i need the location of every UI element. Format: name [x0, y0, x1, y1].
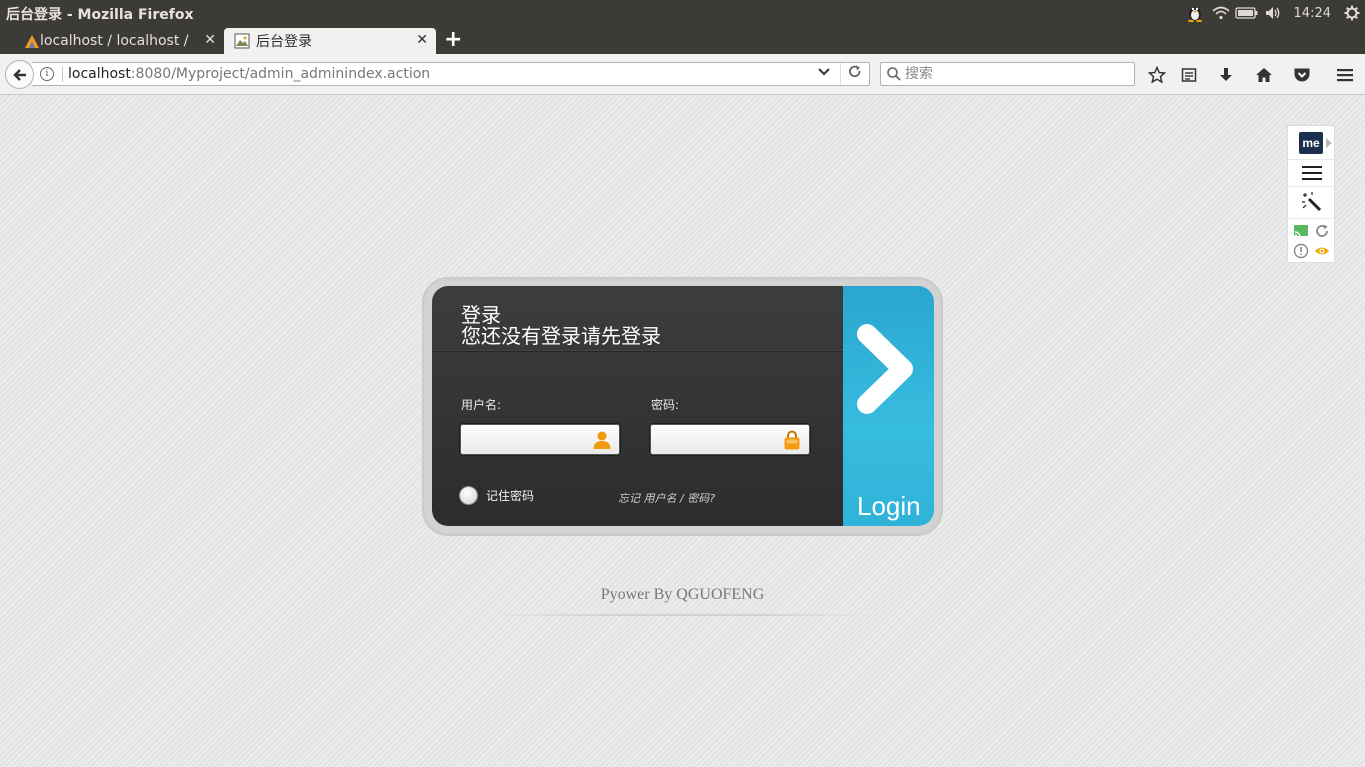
url-bar[interactable]: i localhost:8080/Myproject/admin_adminin… — [32, 62, 870, 86]
login-button-label: Login — [857, 491, 921, 521]
url-text[interactable]: localhost:8080/Myproject/admin_admininde… — [68, 66, 430, 82]
divider — [1288, 218, 1334, 219]
pocket-icon[interactable] — [1291, 64, 1313, 86]
footer-text: Pyower By QGUOFENG — [600, 586, 765, 603]
eye-icon[interactable] — [1314, 243, 1330, 259]
page-content: me 登录 您还没有登录请先登录 用户名: 密码: 记住密码 忘记 用户名 / … — [0, 95, 1365, 767]
url-host: localhost — [68, 66, 131, 82]
url-separator — [62, 66, 63, 82]
refresh-icon[interactable] — [1314, 223, 1330, 239]
system-tray: 14:24 — [1182, 0, 1365, 26]
forgot-credentials: 忘记 用户名 / 密码? — [618, 490, 715, 506]
download-icon[interactable] — [1215, 64, 1237, 86]
tab-label: 后台登录 — [256, 34, 312, 50]
chevron-down-icon[interactable] — [818, 65, 830, 82]
search-icon — [887, 67, 901, 81]
back-button[interactable] — [5, 60, 34, 89]
site-info-icon[interactable]: i — [40, 67, 54, 81]
url-divider — [840, 63, 841, 85]
battery-icon[interactable] — [1234, 0, 1260, 26]
home-icon[interactable] — [1253, 64, 1275, 86]
search-input[interactable] — [905, 64, 1130, 84]
password-label: 密码: — [651, 398, 680, 412]
login-submit-button[interactable]: Login — [843, 286, 934, 526]
login-card: 登录 您还没有登录请先登录 用户名: 密码: 记住密码 忘记 用户名 / 密码?… — [422, 277, 943, 536]
gear-icon[interactable] — [1339, 0, 1365, 26]
login-title: 登录 — [461, 303, 501, 327]
login-subtitle: 您还没有登录请先登录 — [461, 324, 661, 348]
clock[interactable]: 14:24 — [1286, 6, 1339, 21]
wifi-icon[interactable] — [1208, 0, 1234, 26]
cast-icon[interactable] — [1293, 223, 1309, 239]
remember-radio[interactable] — [459, 486, 478, 505]
lock-icon — [784, 430, 800, 450]
password-field[interactable] — [649, 423, 811, 456]
forgot-link[interactable]: 用户名 / 密码? — [644, 492, 716, 505]
page-favicon-icon — [234, 33, 250, 49]
tab-label: localhost / localhost / — [40, 33, 189, 49]
header-divider — [432, 350, 843, 351]
footer-divider — [490, 614, 876, 616]
search-box[interactable] — [880, 62, 1135, 86]
close-tab-icon[interactable]: ✕ — [416, 32, 428, 48]
tab-localhost[interactable]: localhost / localhost / ✕ — [18, 28, 224, 54]
back-arrow-icon — [12, 68, 26, 81]
volume-icon[interactable] — [1260, 0, 1286, 26]
username-label: 用户名: — [461, 398, 502, 412]
chevron-right-icon — [857, 324, 913, 414]
menu-icon[interactable] — [1302, 166, 1322, 184]
forgot-prefix: 忘记 — [618, 492, 644, 505]
os-top-bar: 后台登录 - Mozilla Firefox 14:24 — [0, 0, 1365, 26]
login-form-panel: 登录 您还没有登录请先登录 用户名: 密码: 记住密码 忘记 用户名 / 密码? — [432, 286, 843, 526]
magic-wand-icon[interactable] — [1300, 190, 1324, 214]
close-tab-icon[interactable]: ✕ — [204, 32, 216, 48]
navigation-bar: i localhost:8080/Myproject/admin_adminin… — [0, 54, 1365, 95]
password-input[interactable] — [656, 428, 776, 452]
tab-strip: localhost / localhost / ✕ 后台登录 ✕ — [0, 26, 1365, 54]
warning-icon[interactable] — [1293, 243, 1309, 259]
bookmark-star-icon[interactable] — [1146, 64, 1168, 86]
extension-badge[interactable]: me — [1299, 132, 1323, 154]
phpmyadmin-favicon-icon — [25, 35, 39, 48]
username-input[interactable] — [466, 428, 586, 452]
remember-label: 记住密码 — [486, 489, 535, 503]
reload-icon[interactable] — [848, 65, 862, 83]
remember-password[interactable]: 记住密码 — [459, 486, 534, 505]
divider — [1288, 159, 1334, 160]
user-icon — [593, 431, 611, 449]
url-path: :8080/Myproject/admin_adminindex.action — [130, 66, 431, 82]
expand-arrow-icon[interactable] — [1326, 138, 1332, 148]
divider — [1288, 186, 1334, 187]
window-title: 后台登录 - Mozilla Firefox — [6, 7, 194, 23]
extension-toolbar: me — [1287, 125, 1335, 263]
tab-admin-login[interactable]: 后台登录 ✕ — [224, 28, 436, 54]
hamburger-menu-icon[interactable] — [1334, 64, 1356, 86]
reading-list-icon[interactable] — [1178, 64, 1200, 86]
username-field[interactable] — [459, 423, 621, 456]
new-tab-button[interactable]: + — [444, 27, 462, 52]
penguin-icon[interactable] — [1182, 0, 1208, 26]
